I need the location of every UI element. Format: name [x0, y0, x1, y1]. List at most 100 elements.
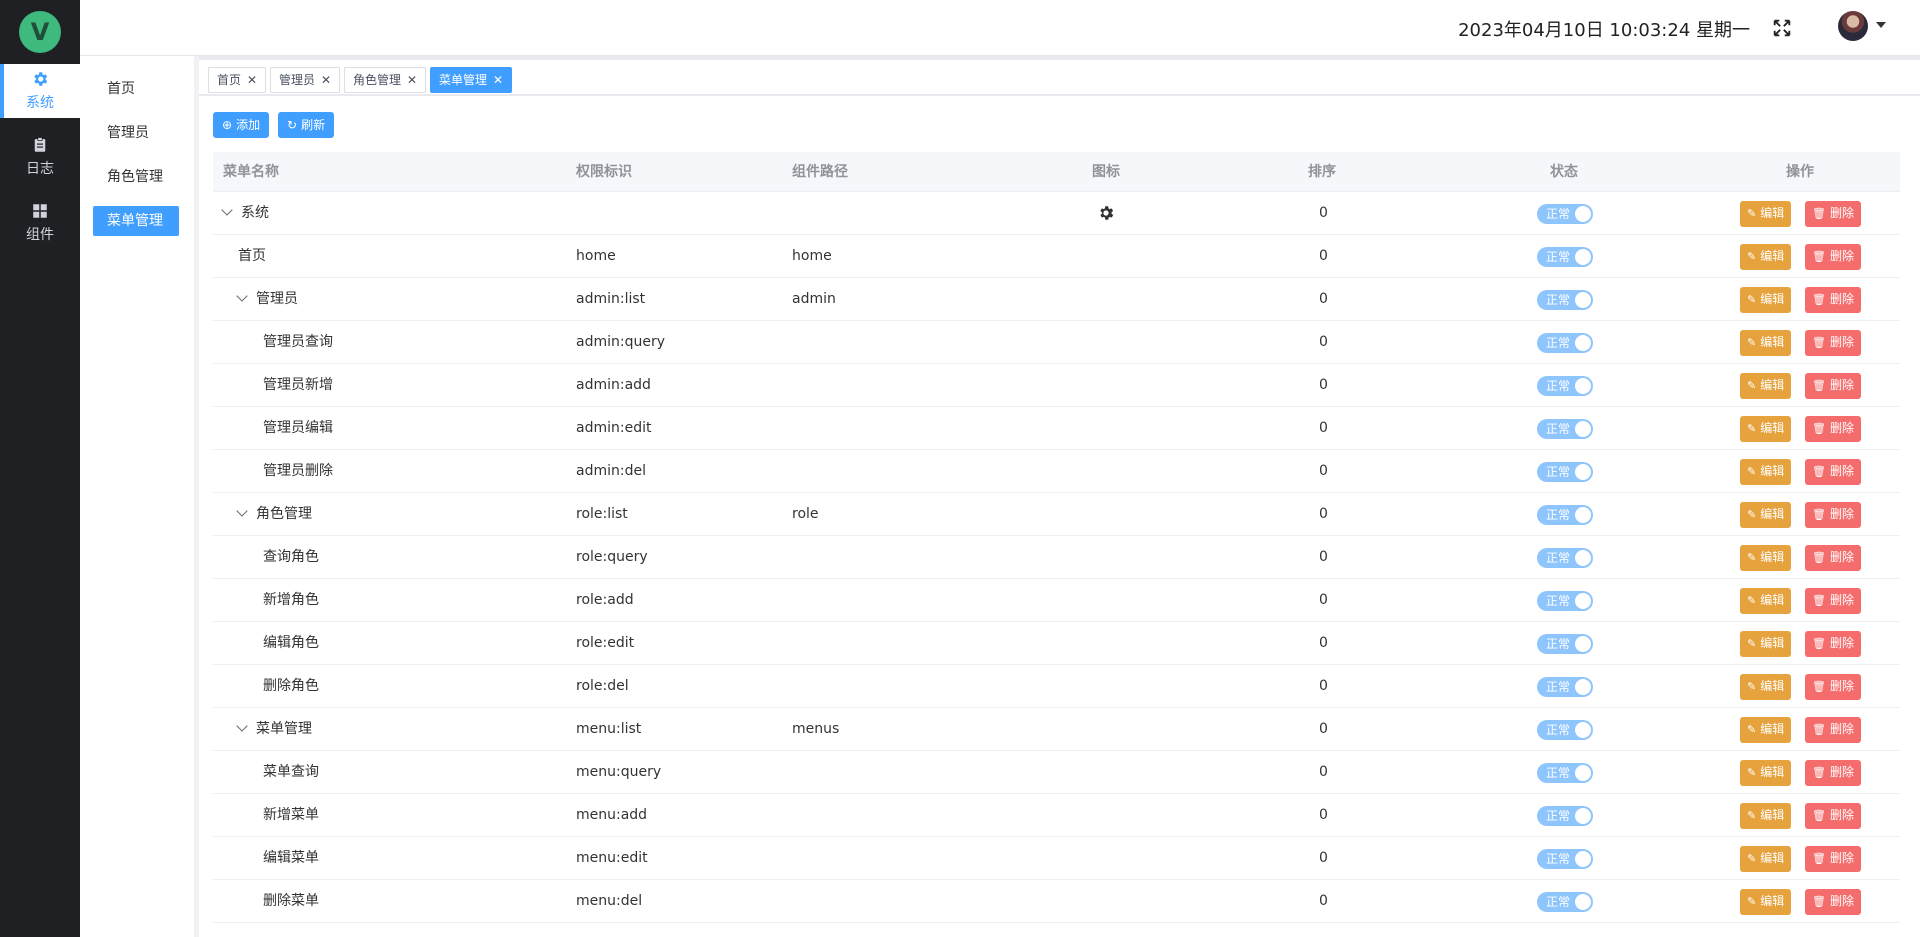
tag-admin[interactable]: 管理员 ✕: [270, 67, 341, 93]
tag-role[interactable]: 角色管理 ✕: [344, 67, 427, 93]
edit-button[interactable]: ✎ 编辑: [1740, 760, 1792, 786]
chevron-down-icon[interactable]: [236, 720, 248, 732]
tag-menu[interactable]: 菜单管理 ✕: [430, 67, 513, 93]
submenu-item-home[interactable]: 首页: [93, 74, 179, 104]
user-avatar[interactable]: [1838, 11, 1868, 41]
edit-button[interactable]: ✎ 编辑: [1740, 588, 1792, 614]
table-row: 删除菜单 menu:del 0 正常 ✎ 编辑 🗑 删除: [213, 880, 1900, 923]
status-switch[interactable]: 正常: [1537, 548, 1593, 568]
status-label: 正常: [1546, 551, 1571, 565]
permission-cell: role:query: [576, 549, 648, 565]
table-row: 角色管理 role:list role 0 正常 ✎ 编辑 🗑 删除: [213, 493, 1900, 536]
grid-icon: [33, 204, 47, 218]
delete-button[interactable]: 🗑 删除: [1805, 588, 1861, 614]
pencil-icon: ✎: [1747, 250, 1757, 263]
table-row: 菜单查询 menu:query 0 正常 ✎ 编辑 🗑 删除: [213, 751, 1900, 794]
switch-knob: [1575, 593, 1591, 609]
status-switch[interactable]: 正常: [1537, 677, 1593, 697]
status-switch[interactable]: 正常: [1537, 892, 1593, 912]
edit-button[interactable]: ✎ 编辑: [1740, 803, 1792, 829]
status-switch[interactable]: 正常: [1537, 204, 1593, 224]
col-header-icon: 图标: [1092, 164, 1120, 180]
sort-cell: 0: [1319, 463, 1328, 479]
delete-button[interactable]: 🗑 删除: [1805, 631, 1861, 657]
delete-button[interactable]: 🗑 删除: [1805, 416, 1861, 442]
delete-button[interactable]: 🗑 删除: [1805, 330, 1861, 356]
status-switch[interactable]: 正常: [1537, 763, 1593, 783]
status-switch[interactable]: 正常: [1537, 247, 1593, 267]
edit-button[interactable]: ✎ 编辑: [1740, 631, 1792, 657]
col-header-perm: 权限标识: [576, 164, 632, 180]
close-icon[interactable]: ✕: [321, 73, 331, 87]
plus-circle-icon: ⊕: [222, 118, 233, 132]
rail-item-system[interactable]: 系统: [0, 64, 80, 118]
edit-button[interactable]: ✎ 编辑: [1740, 545, 1792, 571]
delete-button[interactable]: 🗑 删除: [1805, 244, 1861, 270]
status-switch[interactable]: 正常: [1537, 419, 1593, 439]
edit-button[interactable]: ✎ 编辑: [1740, 330, 1792, 356]
table-row: 删除角色 role:del 0 正常 ✎ 编辑 🗑 删除: [213, 665, 1900, 708]
delete-button[interactable]: 🗑 删除: [1805, 201, 1861, 227]
refresh-button[interactable]: ↻ 刷新: [278, 112, 335, 138]
edit-button[interactable]: ✎ 编辑: [1740, 201, 1792, 227]
tag-label: 菜单管理: [439, 73, 488, 87]
submenu-item-menu[interactable]: 菜单管理: [93, 206, 179, 236]
chevron-down-icon[interactable]: [236, 505, 248, 517]
edit-button[interactable]: ✎ 编辑: [1740, 416, 1792, 442]
delete-label: 删除: [1829, 464, 1854, 478]
edit-button[interactable]: ✎ 编辑: [1740, 373, 1792, 399]
sort-cell: 0: [1319, 549, 1328, 565]
col-header-name: 菜单名称: [223, 164, 279, 180]
edit-button[interactable]: ✎ 编辑: [1740, 244, 1792, 270]
delete-button[interactable]: 🗑 删除: [1805, 287, 1861, 313]
delete-button[interactable]: 🗑 删除: [1805, 545, 1861, 571]
edit-button[interactable]: ✎ 编辑: [1740, 287, 1792, 313]
chevron-down-icon[interactable]: [236, 290, 248, 302]
add-button[interactable]: ⊕ 添加: [213, 112, 270, 138]
caret-down-icon[interactable]: [1876, 22, 1886, 28]
fullscreen-icon[interactable]: [1771, 17, 1793, 39]
app-logo[interactable]: V: [19, 11, 61, 53]
tag-home[interactable]: 首页 ✕: [208, 67, 267, 93]
status-switch[interactable]: 正常: [1537, 333, 1593, 353]
delete-button[interactable]: 🗑 删除: [1805, 717, 1861, 743]
edit-button[interactable]: ✎ 编辑: [1740, 846, 1792, 872]
status-switch[interactable]: 正常: [1537, 849, 1593, 869]
component-path-cell: menus: [792, 721, 840, 737]
delete-button[interactable]: 🗑 删除: [1805, 889, 1861, 915]
status-switch[interactable]: 正常: [1537, 505, 1593, 525]
delete-button[interactable]: 🗑 删除: [1805, 846, 1861, 872]
sort-cell: 0: [1319, 764, 1328, 780]
status-switch[interactable]: 正常: [1537, 720, 1593, 740]
edit-button[interactable]: ✎ 编辑: [1740, 502, 1792, 528]
status-switch[interactable]: 正常: [1537, 634, 1593, 654]
status-switch[interactable]: 正常: [1537, 462, 1593, 482]
submenu-item-admin[interactable]: 管理员: [93, 118, 179, 148]
status-switch[interactable]: 正常: [1537, 806, 1593, 826]
status-label: 正常: [1546, 766, 1571, 780]
close-icon[interactable]: ✕: [247, 73, 257, 87]
status-label: 正常: [1546, 293, 1571, 307]
close-icon[interactable]: ✕: [407, 73, 417, 87]
edit-button[interactable]: ✎ 编辑: [1740, 674, 1792, 700]
edit-button[interactable]: ✎ 编辑: [1740, 459, 1792, 485]
edit-button[interactable]: ✎ 编辑: [1740, 717, 1792, 743]
col-header-path: 组件路径: [792, 164, 848, 180]
top-header: 2023年04月10日 10:03:24 星期一: [80, 0, 1920, 56]
rail-item-log[interactable]: 日志: [0, 130, 80, 184]
delete-label: 删除: [1829, 507, 1854, 521]
delete-button[interactable]: 🗑 删除: [1805, 459, 1861, 485]
delete-button[interactable]: 🗑 删除: [1805, 760, 1861, 786]
delete-button[interactable]: 🗑 删除: [1805, 373, 1861, 399]
status-switch[interactable]: 正常: [1537, 290, 1593, 310]
submenu-item-role[interactable]: 角色管理: [93, 162, 179, 192]
delete-button[interactable]: 🗑 删除: [1805, 502, 1861, 528]
status-switch[interactable]: 正常: [1537, 376, 1593, 396]
delete-button[interactable]: 🗑 删除: [1805, 674, 1861, 700]
edit-button[interactable]: ✎ 编辑: [1740, 889, 1792, 915]
delete-button[interactable]: 🗑 删除: [1805, 803, 1861, 829]
status-switch[interactable]: 正常: [1537, 591, 1593, 611]
chevron-down-icon[interactable]: [221, 204, 233, 216]
rail-item-components[interactable]: 组件: [0, 196, 80, 250]
close-icon[interactable]: ✕: [493, 73, 503, 87]
